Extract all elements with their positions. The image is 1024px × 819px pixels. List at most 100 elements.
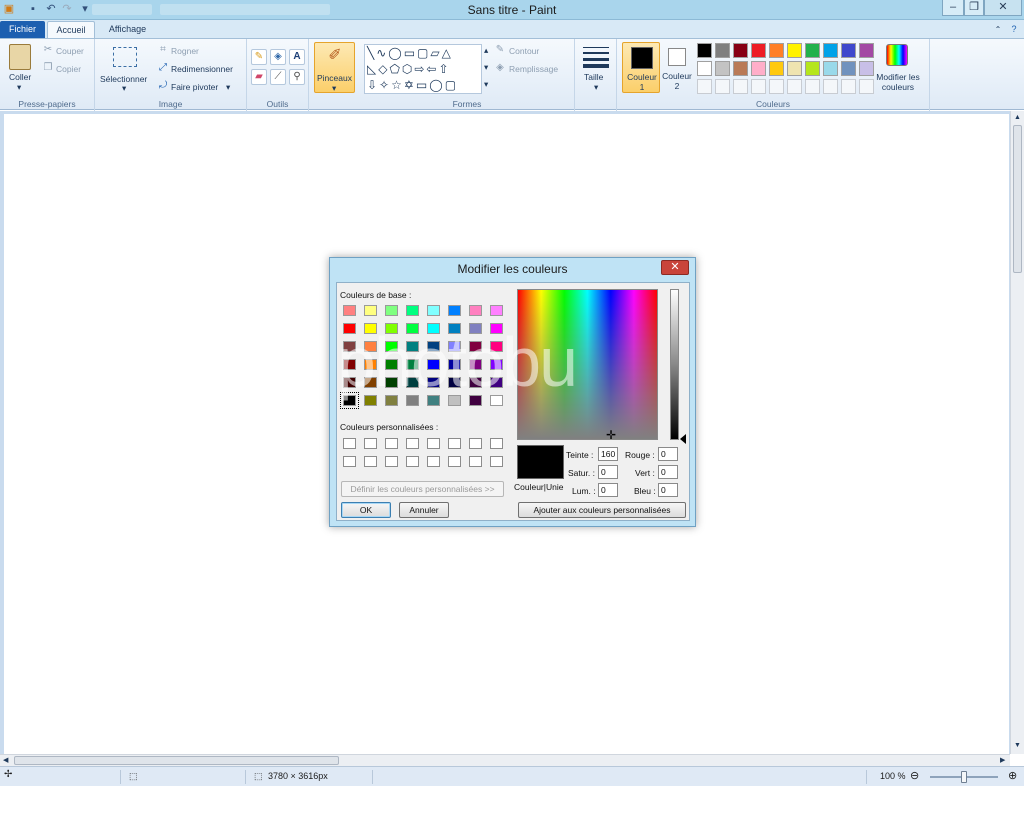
shapes-scroll-up-icon[interactable]: ▴	[484, 45, 488, 56]
basic-color-swatch[interactable]	[385, 359, 398, 370]
copy-button[interactable]: Copier	[56, 64, 81, 74]
custom-color-swatch[interactable]	[469, 438, 482, 449]
color2-button[interactable]: Couleur 2	[662, 42, 692, 93]
palette-empty-swatch[interactable]	[697, 79, 712, 94]
blue-input[interactable]: 0	[658, 483, 678, 497]
basic-color-swatch[interactable]	[427, 323, 440, 334]
basic-color-swatch[interactable]	[427, 341, 440, 352]
basic-color-swatch[interactable]	[469, 395, 482, 406]
size-button[interactable]: Taille	[584, 72, 603, 82]
color-spectrum[interactable]	[517, 289, 658, 440]
basic-color-swatch[interactable]	[343, 359, 356, 370]
basic-color-swatch[interactable]	[448, 323, 461, 334]
palette-empty-swatch[interactable]	[823, 79, 838, 94]
palette-swatch[interactable]	[769, 43, 784, 58]
shapes-gallery[interactable]: ╲∿◯▭▢▱△ ◺◇⬠⬡⇨⇦⇧ ⇩✧☆✡▭◯▢	[364, 44, 482, 94]
shapes-scroll-down-icon[interactable]: ▾	[484, 62, 488, 73]
palette-empty-swatch[interactable]	[787, 79, 802, 94]
palette-swatch[interactable]	[733, 61, 748, 76]
palette-empty-swatch[interactable]	[841, 79, 856, 94]
cut-button[interactable]: Couper	[56, 46, 84, 56]
basic-color-swatch[interactable]	[469, 359, 482, 370]
custom-color-swatch[interactable]	[406, 456, 419, 467]
basic-color-swatch[interactable]	[469, 377, 482, 388]
color-picker-icon[interactable]: ⟋	[270, 69, 286, 85]
palette-empty-swatch[interactable]	[715, 79, 730, 94]
basic-color-swatch[interactable]	[406, 323, 419, 334]
basic-color-swatch[interactable]	[448, 395, 461, 406]
size-icon[interactable]	[583, 45, 609, 68]
luminosity-input[interactable]: 0	[598, 483, 618, 497]
palette-swatch[interactable]	[751, 61, 766, 76]
pencil-icon[interactable]: ✎	[251, 49, 267, 65]
basic-color-swatch[interactable]	[385, 305, 398, 316]
brushes-button[interactable]: ✐ Pinceaux ▾	[314, 42, 355, 93]
tab-view[interactable]: Affichage	[100, 21, 155, 38]
vertical-scroll-thumb[interactable]	[1013, 125, 1022, 273]
basic-color-swatch[interactable]	[427, 359, 440, 370]
palette-swatch[interactable]	[805, 61, 820, 76]
fill-button[interactable]: Remplissage	[509, 64, 558, 74]
ribbon-minimize-icon[interactable]: ⌃	[992, 21, 1004, 38]
paste-dropdown-icon[interactable]: ▾	[17, 82, 21, 93]
color1-button[interactable]: Couleur 1	[622, 42, 660, 93]
palette-swatch[interactable]	[823, 61, 838, 76]
palette-empty-swatch[interactable]	[769, 79, 784, 94]
palette-swatch[interactable]	[697, 61, 712, 76]
basic-color-swatch[interactable]	[469, 305, 482, 316]
basic-color-swatch[interactable]	[448, 377, 461, 388]
palette-swatch[interactable]	[715, 43, 730, 58]
fill-bucket-icon[interactable]: ◈	[270, 49, 286, 65]
basic-color-swatch[interactable]	[427, 377, 440, 388]
basic-color-swatch[interactable]	[490, 305, 503, 316]
custom-color-swatch[interactable]	[406, 438, 419, 449]
horizontal-scroll-thumb[interactable]	[14, 756, 339, 765]
crop-button[interactable]: Rogner	[171, 46, 199, 56]
custom-color-swatch[interactable]	[343, 438, 356, 449]
palette-swatch[interactable]	[751, 43, 766, 58]
scroll-up-icon[interactable]: ▲	[1014, 114, 1021, 121]
basic-color-swatch[interactable]	[406, 377, 419, 388]
green-input[interactable]: 0	[658, 465, 678, 479]
basic-color-swatch[interactable]	[490, 377, 503, 388]
palette-swatch[interactable]	[769, 61, 784, 76]
rotate-dropdown-icon[interactable]: ▾	[226, 82, 230, 93]
basic-color-swatch[interactable]	[448, 305, 461, 316]
resize-button[interactable]: Redimensionner	[171, 64, 233, 74]
saturation-input[interactable]: 0	[598, 465, 618, 479]
basic-color-swatch[interactable]	[343, 305, 356, 316]
basic-color-swatch[interactable]	[364, 305, 377, 316]
basic-color-swatch[interactable]	[490, 395, 503, 406]
basic-color-swatch[interactable]	[406, 359, 419, 370]
dialog-close-button[interactable]: ✕	[661, 260, 689, 275]
custom-color-swatch[interactable]	[490, 438, 503, 449]
basic-color-swatch[interactable]	[406, 305, 419, 316]
hue-input[interactable]: 160	[598, 447, 618, 461]
palette-empty-swatch[interactable]	[751, 79, 766, 94]
scroll-right-icon[interactable]: ▶	[1000, 756, 1005, 764]
vertical-scrollbar[interactable]: ▲ ▼	[1010, 111, 1024, 754]
palette-swatch[interactable]	[841, 43, 856, 58]
basic-color-swatch[interactable]	[385, 341, 398, 352]
size-dropdown-icon[interactable]: ▾	[594, 82, 598, 93]
custom-color-swatch[interactable]	[364, 456, 377, 467]
paste-icon[interactable]	[9, 44, 31, 70]
red-input[interactable]: 0	[658, 447, 678, 461]
close-button[interactable]: ✕	[984, 0, 1022, 16]
shapes-row2-icons[interactable]: ◺◇⬠⬡⇨⇦⇧	[367, 61, 451, 77]
custom-color-swatch[interactable]	[364, 438, 377, 449]
paste-button[interactable]: Coller	[9, 72, 31, 82]
palette-swatch[interactable]	[715, 61, 730, 76]
basic-color-swatch[interactable]	[343, 377, 356, 388]
palette-swatch[interactable]	[787, 61, 802, 76]
scroll-left-icon[interactable]: ◀	[3, 756, 8, 764]
horizontal-scrollbar[interactable]: ◀ ▶	[0, 754, 1010, 766]
basic-color-swatch[interactable]	[469, 341, 482, 352]
basic-color-swatch[interactable]	[490, 359, 503, 370]
minimize-button[interactable]: ‒	[942, 0, 964, 16]
basic-color-swatch[interactable]	[469, 323, 482, 334]
shapes-more-icon[interactable]: ▾	[484, 79, 488, 90]
eraser-icon[interactable]: ▰	[251, 69, 267, 85]
shapes-row1-icons[interactable]: ╲∿◯▭▢▱△	[367, 45, 453, 61]
restore-button[interactable]: ❐	[964, 0, 984, 16]
